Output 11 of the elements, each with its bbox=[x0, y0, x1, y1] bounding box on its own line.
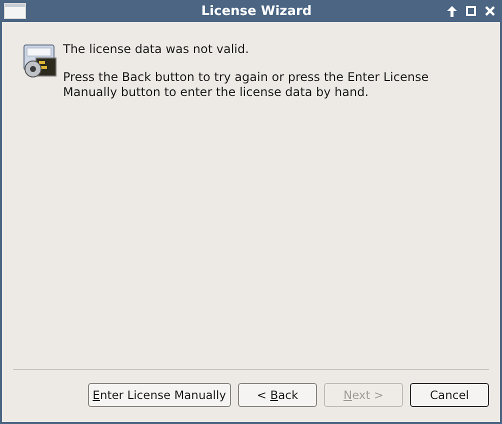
license-certificate-icon bbox=[23, 44, 57, 78]
error-message: The license data was not valid. bbox=[63, 42, 250, 57]
maximize-icon[interactable] bbox=[466, 6, 476, 16]
shade-icon[interactable] bbox=[447, 6, 457, 16]
dialog-button[interactable]: < Back bbox=[238, 383, 317, 407]
window-title: License Wizard bbox=[200, 4, 313, 18]
instruction-text: Press the Back button to try again or press the Enter License Manually button to enter the license data by hand. bbox=[63, 70, 430, 100]
dialog-button[interactable]: Cancel bbox=[410, 383, 489, 407]
close-icon[interactable] bbox=[485, 6, 495, 16]
dialog-button[interactable]: Enter License Manually bbox=[88, 383, 231, 407]
window-icon bbox=[4, 3, 26, 19]
